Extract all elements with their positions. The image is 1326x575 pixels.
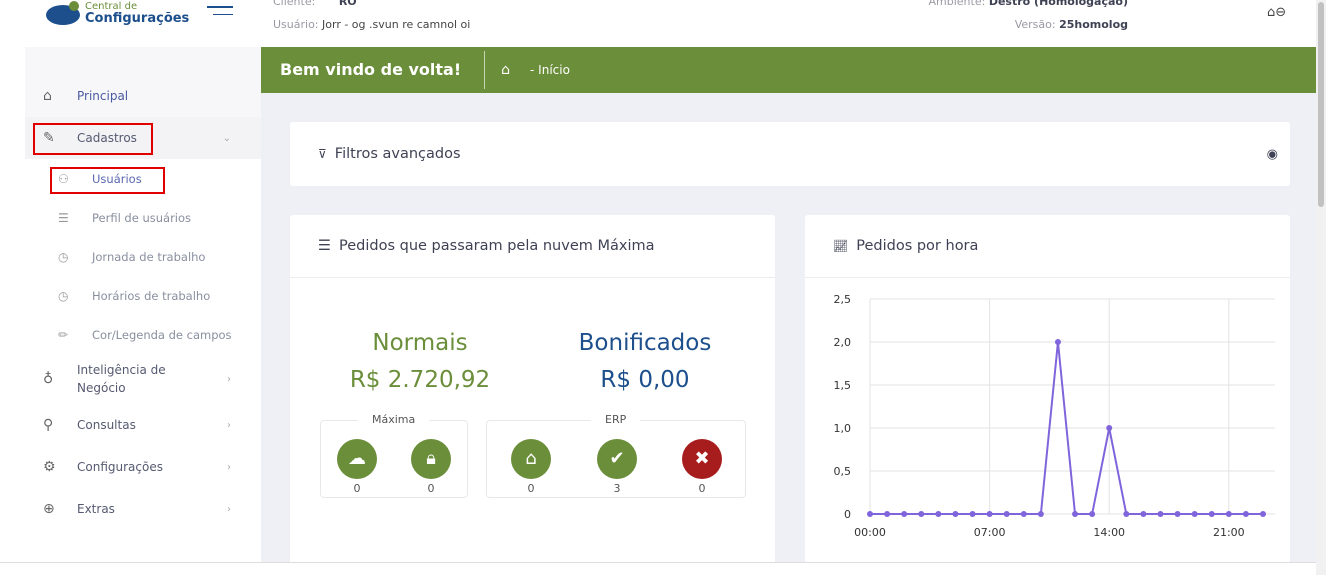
orders-title: Pedidos que passaram pela nuvem Máxima: [339, 238, 655, 254]
highlight-usuarios: [50, 167, 165, 194]
checklist-icon: ☰: [58, 210, 69, 225]
data-point: [1106, 425, 1113, 431]
logo[interactable]: Central de Configurações: [45, 0, 189, 26]
lock-icon: 🔒︎: [411, 439, 451, 479]
banner-title: Bem vindo de volta!: [261, 51, 486, 89]
data-point: [986, 511, 993, 517]
y-tick-label: 2,0: [834, 336, 852, 349]
filters-title: Filtros avançados: [334, 146, 461, 162]
plus-circle-icon: ⊕: [43, 501, 55, 517]
x-tick-label: 07:00: [974, 526, 1006, 539]
data-point: [1123, 511, 1130, 517]
data-point: [1054, 339, 1061, 345]
highlight-cadastros: [33, 123, 153, 155]
logo-line1: Central de: [85, 0, 138, 12]
sidebar-item-principal[interactable]: ⌂ Principal: [25, 75, 261, 117]
cloud-icon: ☁: [337, 439, 377, 479]
data-point: [918, 511, 925, 517]
orders-card: ☰ Pedidos que passaram pela nuvem Máxima …: [290, 215, 775, 575]
search-icon: ⚲: [43, 417, 54, 433]
breadcrumb[interactable]: - Início: [530, 63, 570, 77]
data-point: [1037, 511, 1044, 517]
bonificados-label: Bonificados: [578, 330, 712, 356]
data-point: [1157, 511, 1164, 517]
home-icon[interactable]: ⌂: [501, 62, 510, 78]
sidebar-item-perfil-usuarios[interactable]: ☰ Perfil de usuários: [25, 198, 261, 237]
sidebar-item-cor-legenda[interactable]: ✏ Cor/Legenda de campos: [25, 315, 261, 354]
usuario-info: Usuário: Jorr - og .svun re camnol oi: [273, 18, 471, 31]
x-tick-label: 00:00: [854, 526, 886, 539]
cloud-gear-logo-icon: [46, 1, 80, 25]
sliders-icon: ☰: [318, 238, 331, 254]
chart-title: Pedidos por hora: [856, 238, 979, 254]
data-point: [901, 511, 908, 517]
pencil-icon: ✏: [58, 327, 69, 342]
data-point: [1191, 511, 1198, 517]
filters-card[interactable]: ⊽ Filtros avançados ◉: [290, 122, 1290, 186]
data-point: [935, 511, 942, 517]
top-bar: Central de Configurações Cliente: RO Usuá…: [0, 0, 1316, 47]
x-tick-label: 14:00: [1093, 526, 1125, 539]
welcome-banner: Bem vindo de volta! ⌂ - Início: [261, 47, 1316, 93]
versao-info: Versão: 25homolog: [1014, 18, 1128, 31]
data-point: [1089, 511, 1096, 517]
chevron-right-icon: ›: [227, 373, 231, 385]
data-point: [1242, 511, 1249, 517]
sidebar-item-consultas[interactable]: ⚲ Consultas ›: [25, 404, 261, 446]
gear-icon: ⚙: [43, 459, 56, 475]
data-point: [884, 511, 891, 517]
chevron-down-icon: ⌄: [222, 132, 231, 144]
x-tick-label: 21:00: [1213, 526, 1245, 539]
check-icon: ✔: [597, 439, 637, 479]
home-icon: ⌂: [511, 439, 551, 479]
chevron-right-icon: ›: [227, 419, 231, 431]
chevron-right-icon: ›: [227, 461, 231, 473]
home-icon: ⌂: [43, 88, 52, 104]
sidebar-item-configuracoes[interactable]: ⚙ Configurações ›: [25, 446, 261, 488]
data-point: [1140, 511, 1147, 517]
clock-icon: ◷: [58, 288, 69, 303]
data-point: [1072, 511, 1079, 517]
data-point: [1003, 511, 1010, 517]
sidebar-item-jornada[interactable]: ◷ Jornada de trabalho: [25, 237, 261, 276]
main-content: Bem vindo de volta! ⌂ - Início ⊽ Filtros …: [261, 47, 1316, 575]
data-point: [969, 511, 976, 517]
chevron-right-icon: ›: [227, 503, 231, 515]
lightbulb-icon: ♁: [43, 371, 54, 387]
x-icon: ✖: [682, 439, 722, 479]
logo-line2: Configurações: [85, 10, 190, 26]
logout-icon[interactable]: ⊖: [1275, 5, 1286, 20]
data-point: [1174, 511, 1181, 517]
y-tick-label: 0: [844, 508, 851, 521]
y-tick-label: 1,5: [834, 379, 852, 392]
filter-icon: ⊽: [318, 147, 327, 161]
sidebar-item-inteligencia[interactable]: ♁ Inteligência de Negócio ›: [25, 354, 261, 404]
data-point: [1020, 511, 1027, 517]
y-tick-label: 1,0: [834, 422, 852, 435]
cliente-info: Cliente: RO: [273, 0, 357, 8]
data-point: [1208, 511, 1215, 517]
normais-value: R$ 2.720,92: [349, 367, 491, 393]
sidebar-item-extras[interactable]: ⊕ Extras ›: [25, 488, 261, 530]
bonificados-value: R$ 0,00: [600, 367, 690, 393]
data-point: [952, 511, 959, 517]
data-point: [1260, 511, 1266, 517]
menu-toggle-icon[interactable]: [207, 6, 233, 22]
y-tick-label: 0,5: [834, 465, 852, 478]
chart-line-icon: 📈︎: [833, 239, 849, 253]
data-point: [867, 511, 873, 517]
erp-group: ERP ⌂ ✔ ✖ 0 3 0: [486, 413, 746, 498]
y-tick-label: 2,5: [834, 293, 852, 306]
data-point: [1225, 511, 1232, 517]
ambiente-info: Ambiente: Destro (Homologação): [928, 0, 1128, 8]
clock-icon: ◷: [58, 249, 69, 264]
orders-per-hour-card: 📈︎ Pedidos por hora 0 0,5 1,0 1,5 2,0 2,5 00:00…: [805, 215, 1290, 575]
normais-label: Normais: [372, 330, 468, 356]
scrollbar[interactable]: [1316, 0, 1326, 575]
sidebar-item-horarios[interactable]: ◷ Horários de trabalho: [25, 276, 261, 315]
eye-icon[interactable]: ◉: [1267, 147, 1278, 162]
maxima-group: Máxima ☁ 🔒︎ 0 0: [320, 413, 468, 498]
orders-per-hour-chart: 0 0,5 1,0 1,5 2,0 2,5 00:00 07:00 14:00 21:00: [834, 293, 1275, 539]
